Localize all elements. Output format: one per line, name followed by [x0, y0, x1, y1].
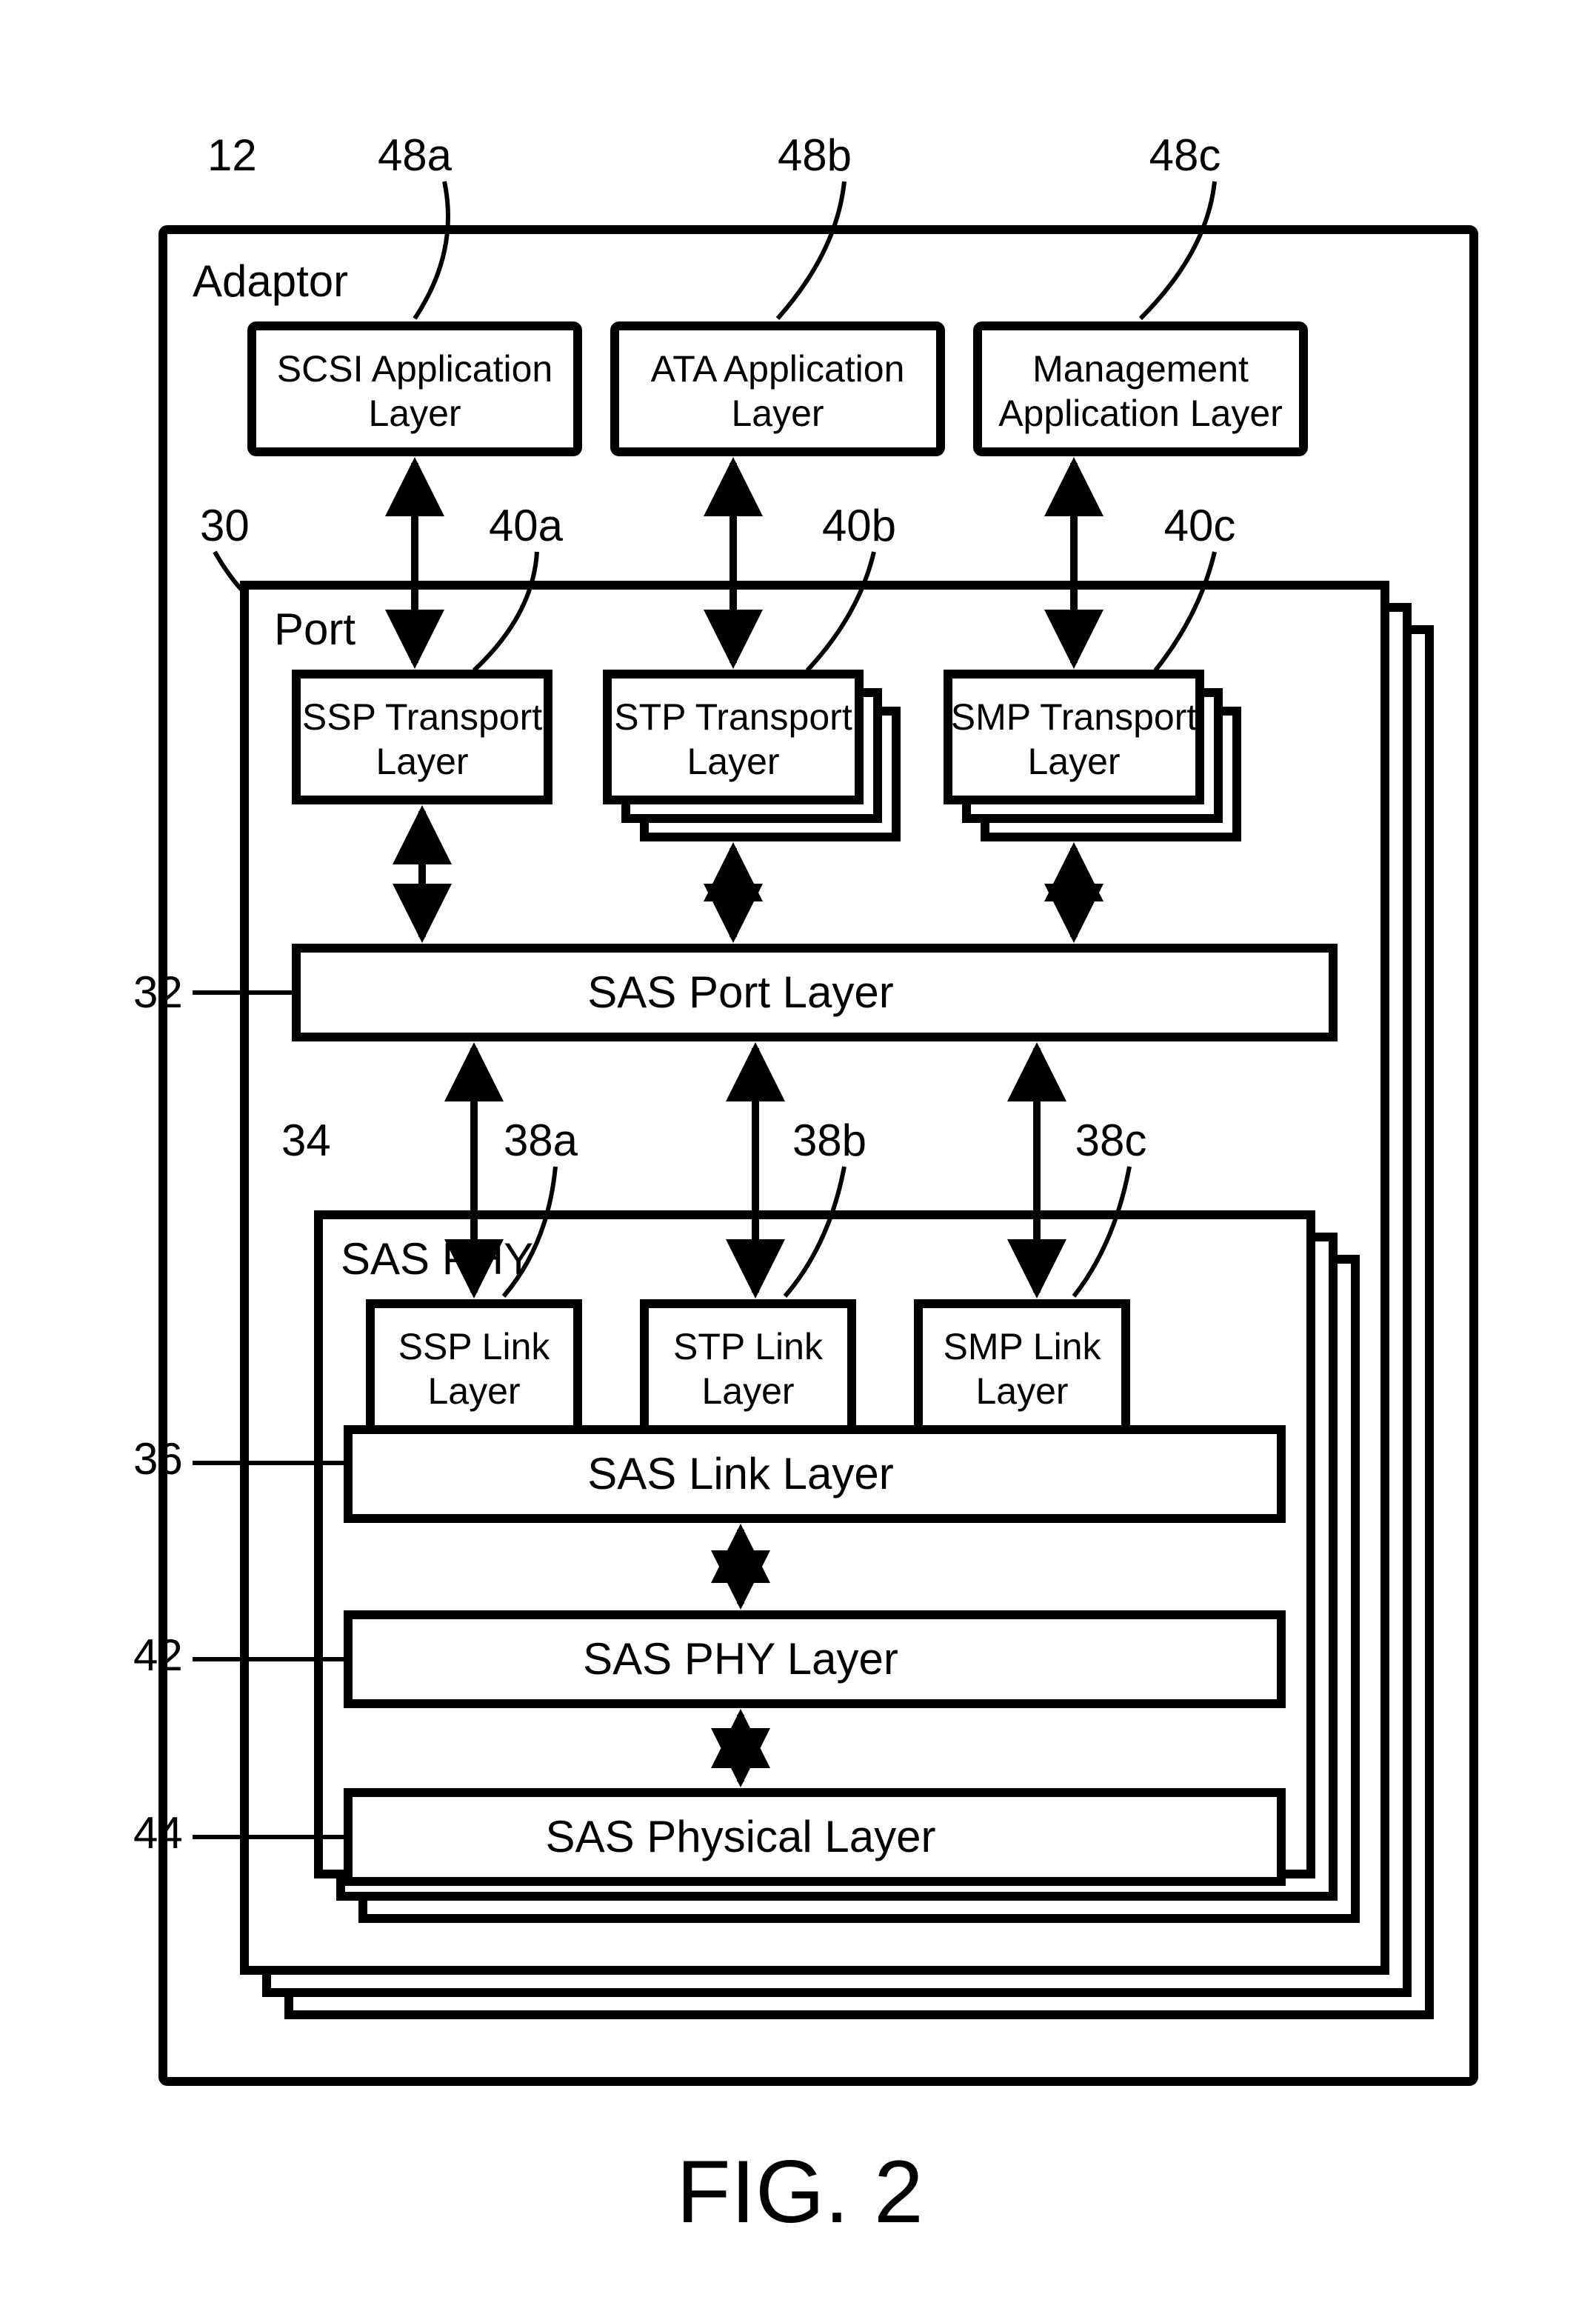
ref-36: 36 — [133, 1434, 183, 1484]
app-ata-l2: Layer — [731, 393, 824, 434]
port-label: Port — [274, 604, 355, 654]
stp-link-l2: Layer — [701, 1370, 794, 1412]
ref-32: 32 — [133, 967, 183, 1017]
ssp-link-l2: Layer — [427, 1370, 520, 1412]
ref-40b: 40b — [822, 501, 896, 550]
adaptor-label: Adaptor — [193, 256, 348, 306]
stp-link-l1: STP Link — [673, 1326, 824, 1367]
stp-t-l1: STP Transport — [614, 696, 852, 738]
ref-34: 34 — [281, 1116, 331, 1165]
ssp-t-l1: SSP Transport — [302, 696, 542, 738]
sas-physical-label: SAS Physical Layer — [546, 1812, 936, 1861]
figure-label: FIG. 2 — [676, 2142, 923, 2241]
ref-38c: 38c — [1075, 1116, 1147, 1165]
app-scsi-l1: SCSI Application — [277, 348, 552, 390]
smp-link-l2: Layer — [975, 1370, 1068, 1412]
app-mgmt-l1: Management — [1032, 348, 1249, 390]
ref-48b: 48b — [778, 130, 852, 180]
ssp-link-l1: SSP Link — [398, 1326, 551, 1367]
ref-44: 44 — [133, 1808, 183, 1858]
ref-38a: 38a — [504, 1116, 578, 1165]
ref-40a: 40a — [489, 501, 564, 550]
ssp-t-l2: Layer — [375, 741, 468, 782]
smp-t-l1: SMP Transport — [951, 696, 1198, 738]
sas-phy-layer-label: SAS PHY Layer — [583, 1634, 898, 1684]
ref-42: 42 — [133, 1630, 183, 1680]
smp-t-l2: Layer — [1027, 741, 1120, 782]
ref-40c: 40c — [1164, 501, 1236, 550]
ref-48a: 48a — [378, 130, 453, 180]
sas-link-layer-label: SAS Link Layer — [587, 1449, 894, 1498]
sas-phy-label: SAS PHY — [341, 1234, 533, 1284]
ref-30: 30 — [200, 501, 250, 550]
app-scsi-l2: Layer — [368, 393, 461, 434]
sas-port-layer-label: SAS Port Layer — [587, 967, 894, 1017]
ref-48c: 48c — [1149, 130, 1221, 180]
app-mgmt-l2: Application Layer — [998, 393, 1283, 434]
stp-t-l2: Layer — [687, 741, 779, 782]
app-ata-l1: ATA Application — [651, 348, 905, 390]
smp-link-l1: SMP Link — [943, 1326, 1101, 1367]
ref-12: 12 — [207, 130, 257, 180]
ref-38b: 38b — [792, 1116, 867, 1165]
